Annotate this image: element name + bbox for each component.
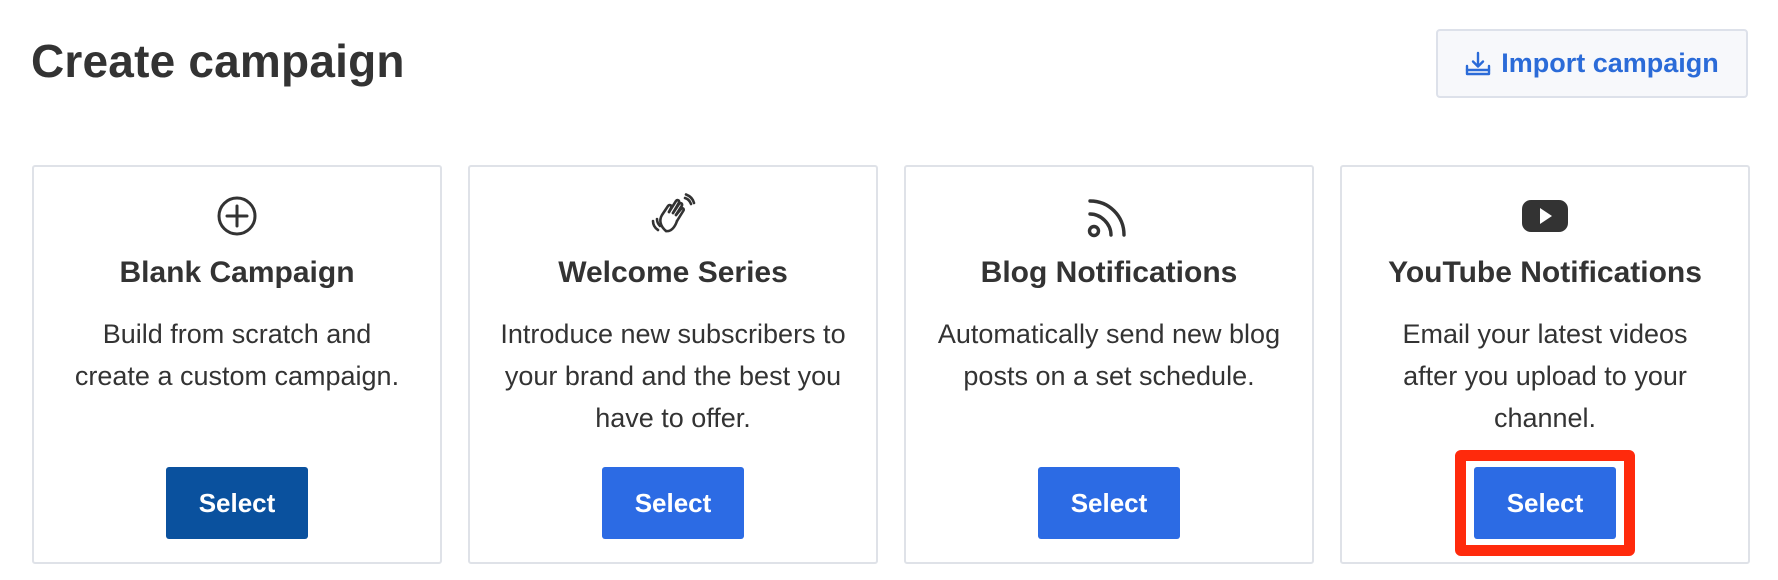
card-description: Email your latest videos after you uploa…: [1402, 319, 1688, 433]
download-tray-icon: [1465, 51, 1491, 77]
select-welcome-series-button[interactable]: Select: [602, 467, 744, 539]
create-campaign-page: Create campaign Import campaign Blank Ca…: [0, 0, 1778, 580]
plus-circle-icon: [34, 194, 440, 238]
card-description: Build from scratch and create a custom c…: [74, 319, 400, 391]
card-description: Automatically send new blog posts on a s…: [937, 319, 1281, 391]
card-title: Blog Notifications: [980, 256, 1238, 289]
import-campaign-label: Import campaign: [1501, 48, 1719, 78]
card-title: Blank Campaign: [119, 256, 355, 289]
card-description: Introduce new subscribers to your brand …: [500, 319, 846, 433]
select-blank-campaign-button[interactable]: Select: [166, 467, 308, 539]
select-blog-notifications-button[interactable]: Select: [1038, 467, 1180, 539]
card-blank-campaign: Blank Campaign Build from scratch and cr…: [32, 165, 442, 564]
card-title: YouTube Notifications: [1388, 256, 1702, 289]
rss-feed-icon: [906, 194, 1312, 238]
import-campaign-button[interactable]: Import campaign: [1436, 29, 1748, 98]
page-title: Create campaign: [31, 35, 405, 87]
campaign-template-list: Blank Campaign Build from scratch and cr…: [32, 165, 1752, 565]
card-youtube-notifications: YouTube Notifications Email your latest …: [1340, 165, 1750, 564]
waving-hand-icon: [470, 193, 876, 238]
card-welcome-series: Welcome Series Introduce new subscribers…: [468, 165, 878, 564]
card-title: Welcome Series: [558, 256, 788, 289]
select-youtube-notifications-button[interactable]: Select: [1474, 467, 1616, 539]
card-blog-notifications: Blog Notifications Automatically send ne…: [904, 165, 1314, 564]
youtube-play-icon: [1342, 194, 1748, 238]
